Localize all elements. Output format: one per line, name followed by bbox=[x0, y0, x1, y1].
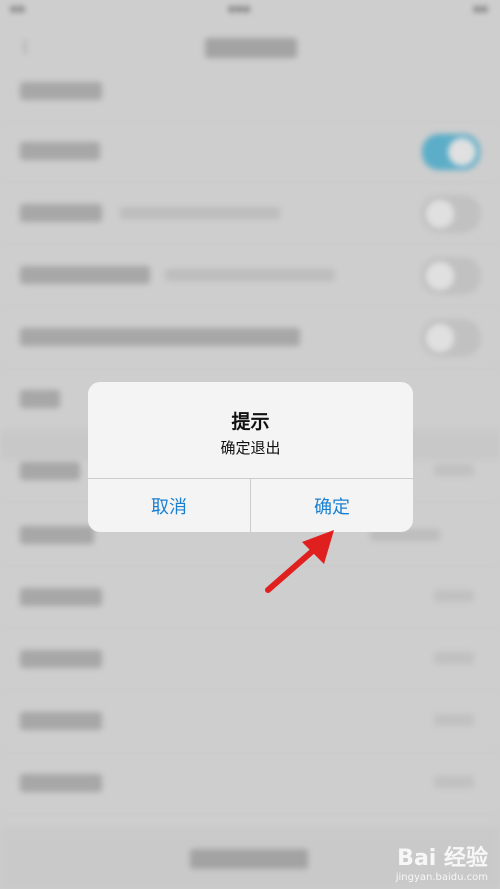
dialog-message: 确定退出 bbox=[220, 439, 281, 457]
cancel-button[interactable]: 取消 bbox=[88, 479, 250, 532]
alert-dialog: 提示 确定退出 取消 确定 bbox=[88, 382, 413, 532]
watermark-url: jingyan.baidu.com bbox=[395, 872, 488, 883]
dialog-title: 提示 bbox=[231, 411, 270, 433]
dialog-actions: 取消 确定 bbox=[88, 478, 413, 532]
red-arrow-icon bbox=[265, 530, 334, 593]
watermark-brand: Bai 经验 bbox=[397, 846, 488, 871]
watermark: Bai 经验 jingyan.baidu.com bbox=[396, 840, 488, 883]
